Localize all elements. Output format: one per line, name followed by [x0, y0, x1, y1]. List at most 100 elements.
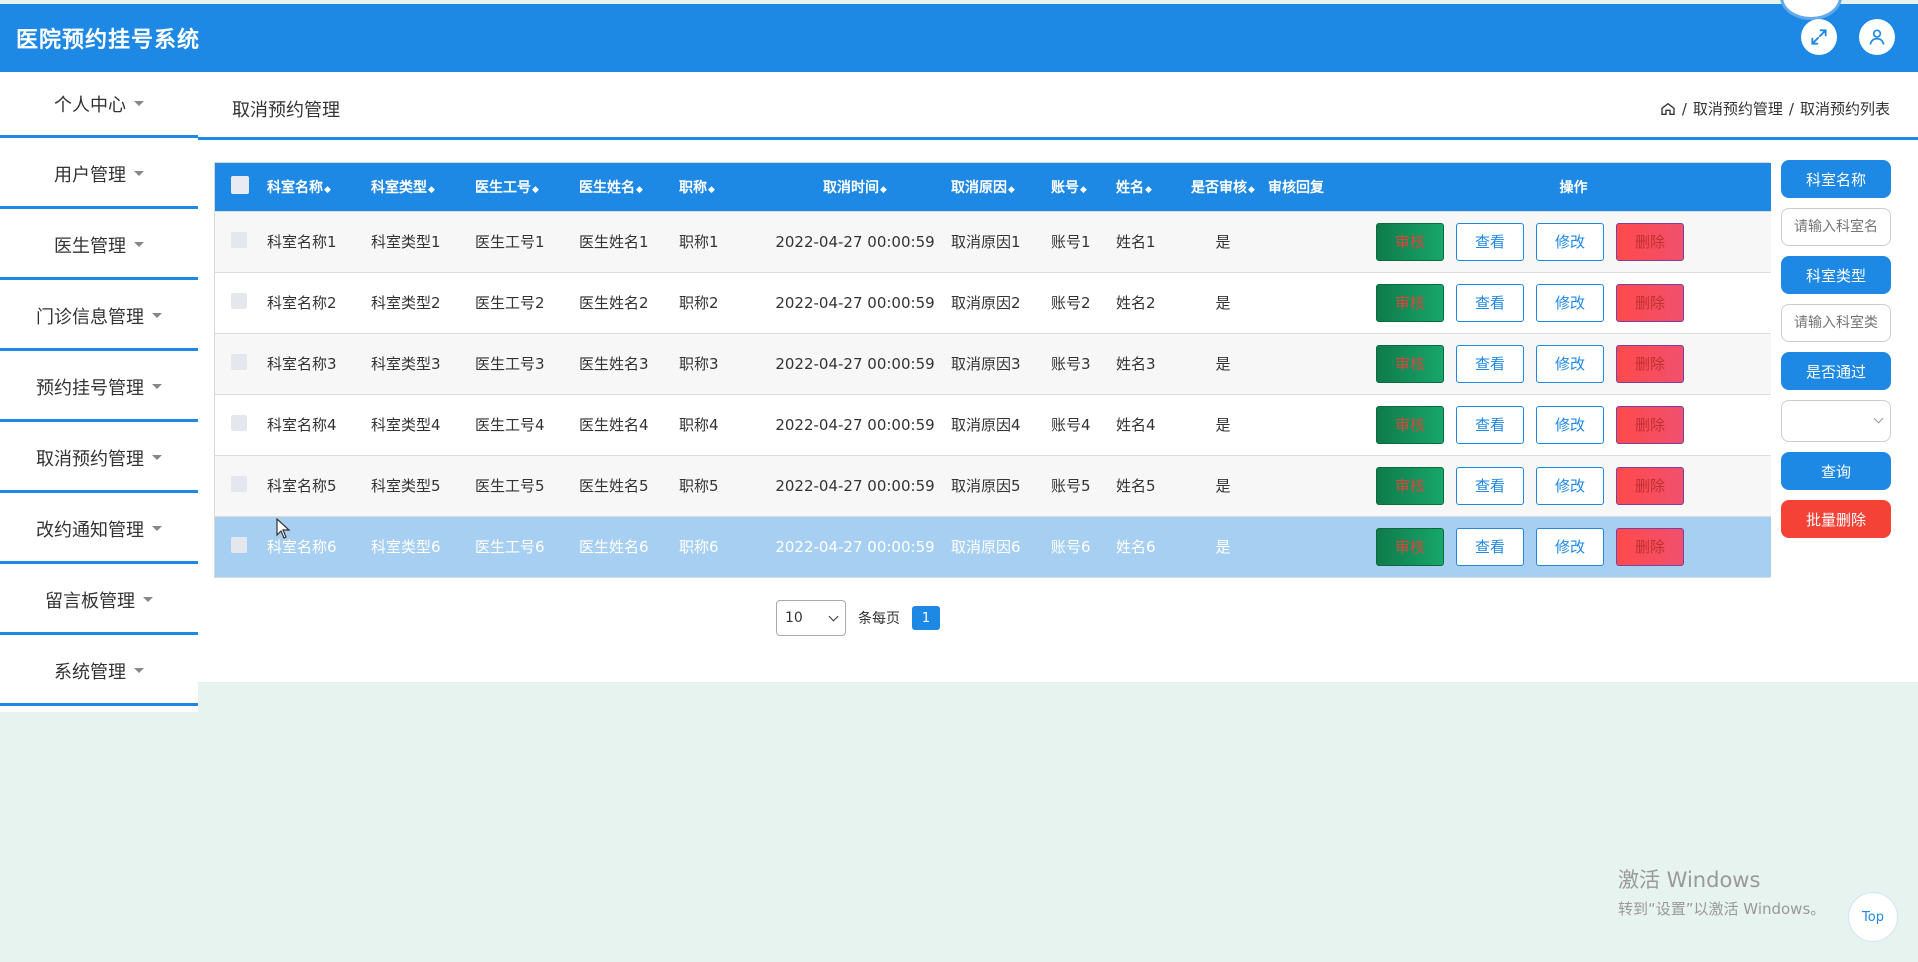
user-icon[interactable]	[1859, 19, 1895, 55]
sidebar-item[interactable]: 取消预约管理	[0, 425, 198, 493]
sort-icon[interactable]: ◆	[1008, 185, 1015, 195]
table-cell: 科室类型5	[371, 454, 475, 516]
fullscreen-icon[interactable]	[1801, 19, 1837, 55]
table-cell: 取消原因2	[951, 271, 1051, 333]
view-button[interactable]: 查看	[1456, 344, 1524, 383]
sidebar-item-label: 系统管理	[54, 661, 126, 683]
edit-button[interactable]: 修改	[1536, 283, 1604, 322]
passed-select[interactable]	[1781, 400, 1891, 442]
table-cell: 姓名3	[1116, 332, 1178, 394]
row-checkbox[interactable]	[231, 292, 247, 309]
column-header[interactable]: 科室名称◆	[267, 163, 371, 211]
delete-button[interactable]: 删除	[1616, 466, 1684, 505]
column-header-label: 取消时间	[823, 179, 880, 196]
sidebar-item[interactable]: 留言板管理	[0, 567, 198, 635]
review-button[interactable]: 审核	[1376, 527, 1444, 566]
row-checkbox[interactable]	[231, 536, 247, 553]
sort-icon[interactable]: ◆	[324, 185, 331, 195]
table-cell	[1268, 393, 1376, 455]
row-actions: 审核 查看 修改 删除	[1376, 271, 1771, 333]
home-icon[interactable]	[1660, 101, 1676, 117]
review-button[interactable]: 审核	[1376, 466, 1444, 505]
row-actions: 审核 查看 修改 删除	[1376, 393, 1771, 455]
sidebar-item-label: 用户管理	[54, 164, 126, 186]
view-button[interactable]: 查看	[1456, 405, 1524, 444]
table-cell: 医生工号6	[475, 515, 579, 577]
sidebar-item[interactable]: 医生管理	[0, 212, 198, 280]
review-button[interactable]: 审核	[1376, 222, 1444, 261]
review-button[interactable]: 审核	[1376, 344, 1444, 383]
review-button[interactable]: 审核	[1376, 283, 1444, 322]
view-button[interactable]: 查看	[1456, 466, 1524, 505]
chevron-down-icon	[1873, 413, 1884, 424]
column-header-label: 姓名	[1116, 179, 1144, 196]
edit-button[interactable]: 修改	[1536, 466, 1604, 505]
column-header[interactable]: 取消原因◆	[951, 163, 1051, 211]
row-checkbox[interactable]	[231, 414, 247, 431]
column-header[interactable]: 医生工号◆	[475, 163, 579, 211]
delete-button[interactable]: 删除	[1616, 222, 1684, 261]
sidebar-item[interactable]: 预约挂号管理	[0, 354, 198, 422]
table-cell: 是	[1178, 515, 1268, 577]
view-button[interactable]: 查看	[1456, 222, 1524, 261]
sort-icon[interactable]: ◆	[1145, 185, 1152, 195]
sidebar-item[interactable]: 门诊信息管理	[0, 283, 198, 351]
breadcrumb-separator: /	[1681, 99, 1687, 118]
sort-icon[interactable]: ◆	[636, 185, 643, 195]
page-button-1[interactable]: 1	[912, 606, 940, 630]
sidebar-item[interactable]: 个人中心	[0, 72, 198, 138]
table-row[interactable]: 科室名称4 科室类型4 医生工号4 医生姓名4 职称4 2022-04-27 00:00:…	[215, 393, 1771, 455]
edit-button[interactable]: 修改	[1536, 527, 1604, 566]
sidebar-item[interactable]: 系统管理	[0, 638, 198, 706]
batch-delete-button[interactable]: 批量删除	[1781, 500, 1891, 538]
column-header[interactable]: 科室类型◆	[371, 163, 475, 211]
dept-type-input[interactable]	[1781, 304, 1891, 342]
row-checkbox[interactable]	[231, 475, 247, 492]
sort-icon[interactable]: ◆	[1248, 185, 1255, 195]
column-header[interactable]: 取消时间◆	[759, 163, 951, 211]
table-cell: 账号3	[1051, 332, 1116, 394]
column-header-label: 是否审核	[1191, 179, 1248, 196]
column-header-label: 操作	[1559, 179, 1588, 196]
dept-name-input[interactable]	[1781, 208, 1891, 246]
delete-button[interactable]: 删除	[1616, 283, 1684, 322]
column-header[interactable]: 姓名◆	[1116, 163, 1178, 211]
sidebar-item[interactable]: 改约通知管理	[0, 496, 198, 564]
table-row[interactable]: 科室名称5 科室类型5 医生工号5 医生姓名5 职称5 2022-04-27 00:00:…	[215, 454, 1771, 516]
column-header[interactable]: 账号◆	[1051, 163, 1116, 211]
sort-icon[interactable]: ◆	[708, 185, 715, 195]
sidebar-item-label: 取消预约管理	[36, 448, 144, 470]
edit-button[interactable]: 修改	[1536, 344, 1604, 383]
select-all-checkbox[interactable]	[231, 175, 249, 194]
sort-icon[interactable]: ◆	[428, 185, 435, 195]
column-header[interactable]: 职称◆	[679, 163, 759, 211]
query-button[interactable]: 查询	[1781, 452, 1891, 490]
table-row[interactable]: 科室名称2 科室类型2 医生工号2 医生姓名2 职称2 2022-04-27 00:00:…	[215, 271, 1771, 333]
back-to-top-button[interactable]: Top	[1848, 892, 1898, 942]
delete-button[interactable]: 删除	[1616, 344, 1684, 383]
page-size-select[interactable]: 10	[776, 600, 846, 636]
table-cell: 医生工号2	[475, 271, 579, 333]
column-header-label: 科室名称	[267, 179, 323, 196]
column-header[interactable]: 医生姓名◆	[579, 163, 679, 211]
table-row[interactable]: 科室名称6 科室类型6 医生工号6 医生姓名6 职称6 2022-04-27 00:00:…	[215, 515, 1771, 577]
table-row[interactable]: 科室名称1 科室类型1 医生工号1 医生姓名1 职称1 2022-04-27 00:00:…	[215, 210, 1771, 272]
edit-button[interactable]: 修改	[1536, 222, 1604, 261]
row-checkbox[interactable]	[231, 231, 247, 248]
breadcrumb-item-cancel-management[interactable]: 取消预约管理	[1693, 98, 1783, 119]
windows-activation-watermark: 激活 Windows 转到“设置”以激活 Windows。	[1618, 864, 1825, 919]
column-header-label: 取消原因	[951, 179, 1007, 196]
sort-icon[interactable]: ◆	[1080, 185, 1087, 195]
delete-button[interactable]: 删除	[1616, 527, 1684, 566]
edit-button[interactable]: 修改	[1536, 405, 1604, 444]
sort-icon[interactable]: ◆	[880, 185, 887, 195]
review-button[interactable]: 审核	[1376, 405, 1444, 444]
delete-button[interactable]: 删除	[1616, 405, 1684, 444]
view-button[interactable]: 查看	[1456, 283, 1524, 322]
sidebar-item[interactable]: 用户管理	[0, 141, 198, 209]
view-button[interactable]: 查看	[1456, 527, 1524, 566]
table-row[interactable]: 科室名称3 科室类型3 医生工号3 医生姓名3 职称3 2022-04-27 00:00:…	[215, 332, 1771, 394]
row-checkbox[interactable]	[231, 353, 247, 370]
column-header[interactable]: 是否审核◆	[1178, 163, 1268, 211]
sort-icon[interactable]: ◆	[532, 185, 539, 195]
